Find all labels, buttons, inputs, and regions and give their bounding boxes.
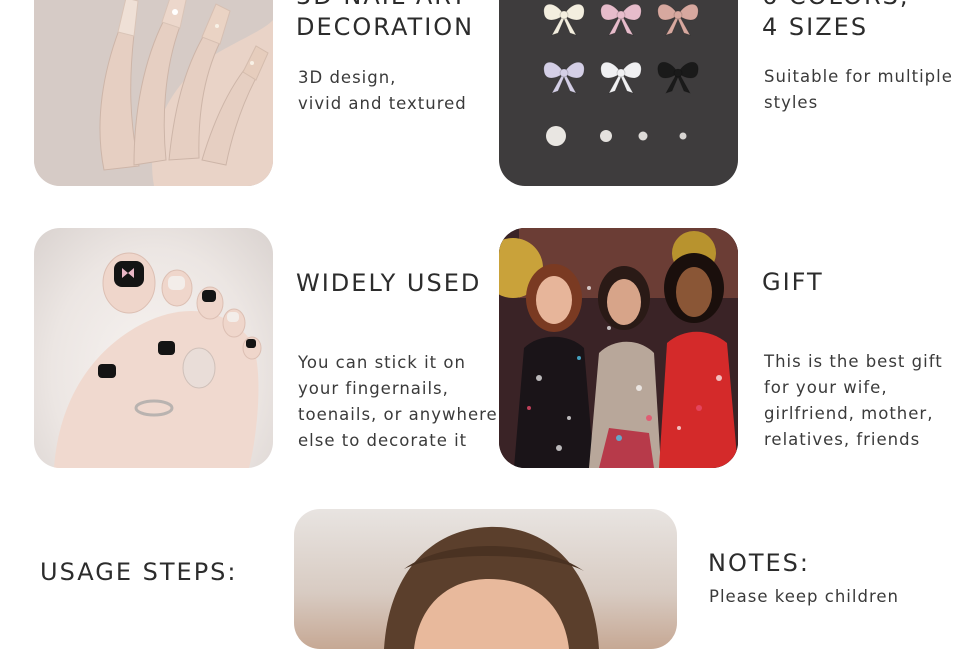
bow-icon — [543, 3, 585, 36]
notes-desc: Please keep children — [709, 587, 899, 606]
feature-title-colors-sizes: 6 COLORS, 4 SIZES — [762, 0, 908, 41]
woman-portrait-photo — [294, 509, 677, 649]
bow-grid-illustration — [543, 3, 699, 146]
party-gift-photo — [499, 228, 738, 468]
feature-title-gift: GIFT — [762, 268, 824, 296]
party-illustration — [499, 228, 738, 468]
notes-title: NOTES: — [708, 549, 810, 577]
foot-illustration — [54, 252, 262, 468]
bow-icon — [600, 61, 642, 94]
bow-colors-photo — [499, 0, 738, 186]
nail-art-hand-photo — [34, 0, 273, 186]
bow-icon — [600, 3, 642, 36]
feature-desc-widely-used: You can stick it on your fingernails, to… — [298, 353, 498, 450]
usage-steps-title: USAGE STEPS: — [40, 558, 238, 586]
toe-nails-photo — [34, 228, 273, 468]
hand-illustration — [34, 0, 273, 186]
bow-icon — [657, 3, 699, 36]
bow-icon — [543, 61, 585, 94]
portrait-illustration — [384, 526, 599, 649]
feature-title-3d-decoration: 3D NAIL ART DECORATION — [296, 0, 475, 41]
pearls — [546, 126, 687, 146]
feature-desc-3d-decoration: 3D design, vivid and textured — [298, 68, 467, 113]
feature-desc-gift: This is the best gift for your wife, gir… — [764, 352, 943, 449]
feature-title-widely-used: WIDELY USED — [296, 269, 482, 297]
bow-icon — [657, 61, 699, 94]
feature-desc-colors-sizes: Suitable for multiple styles — [764, 67, 953, 112]
